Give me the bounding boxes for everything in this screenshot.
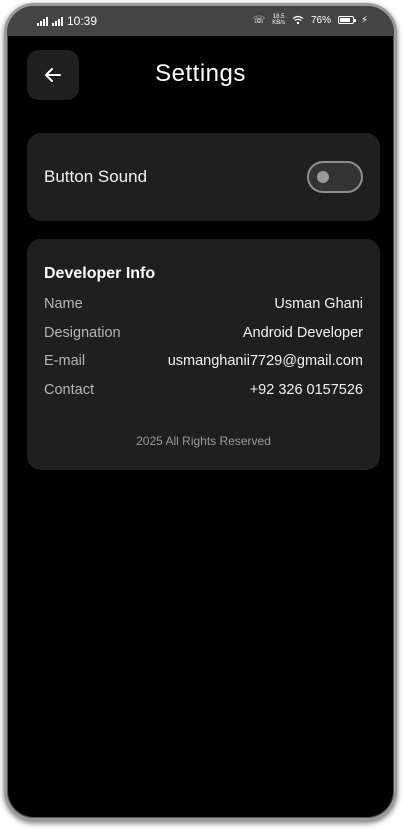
toggle-knob <box>317 171 329 183</box>
developer-info-heading: Developer Info <box>44 265 156 282</box>
info-value: Android Developer <box>242 325 363 341</box>
copyright-footer: 2025 All Rights Reserved <box>136 434 271 448</box>
info-key: Contact <box>44 382 94 398</box>
phone-frame: 10:39 ☏ 18.5 KB/s 76% ⚡ Settings Button … <box>4 3 397 821</box>
status-bar: 10:39 ☏ 18.5 KB/s 76% ⚡ <box>7 6 394 36</box>
info-row-email: E-mail usmanghanii7729@gmail.com <box>44 351 363 371</box>
button-sound-toggle[interactable] <box>307 161 363 193</box>
info-value: Usman Ghani <box>274 296 363 312</box>
developer-info-card: Developer Info Name Usman Ghani Designat… <box>27 239 380 470</box>
battery-percent: 76% <box>310 14 331 26</box>
page-title: Settings <box>155 60 246 87</box>
battery-icon <box>337 16 356 24</box>
info-row-designation: Designation Android Developer <box>44 323 363 343</box>
sound-settings-card: Button Sound <box>27 133 380 221</box>
status-left: 10:39 <box>37 14 97 28</box>
signal-icon <box>37 16 48 26</box>
network-speed: 18.5 KB/s <box>272 14 285 26</box>
status-right: ☏ 18.5 KB/s 76% ⚡ <box>253 14 368 26</box>
volte-icon: ☏ <box>252 14 266 26</box>
signal-icon <box>52 16 63 26</box>
email-value[interactable]: usmanghanii7729@gmail.com <box>168 353 363 369</box>
info-key: Designation <box>44 325 121 341</box>
info-key: E-mail <box>44 353 86 369</box>
info-row-contact: Contact +92 326 0157526 <box>44 380 363 400</box>
contact-value[interactable]: +92 326 0157526 <box>250 382 363 398</box>
button-sound-label: Button Sound <box>44 167 148 186</box>
info-row-name: Name Usman Ghani <box>44 294 363 314</box>
charging-icon: ⚡ <box>360 14 368 26</box>
info-key: Name <box>44 296 83 312</box>
network-speed-unit: KB/s <box>272 20 285 26</box>
wifi-icon <box>292 15 304 25</box>
status-time: 10:39 <box>67 14 98 28</box>
